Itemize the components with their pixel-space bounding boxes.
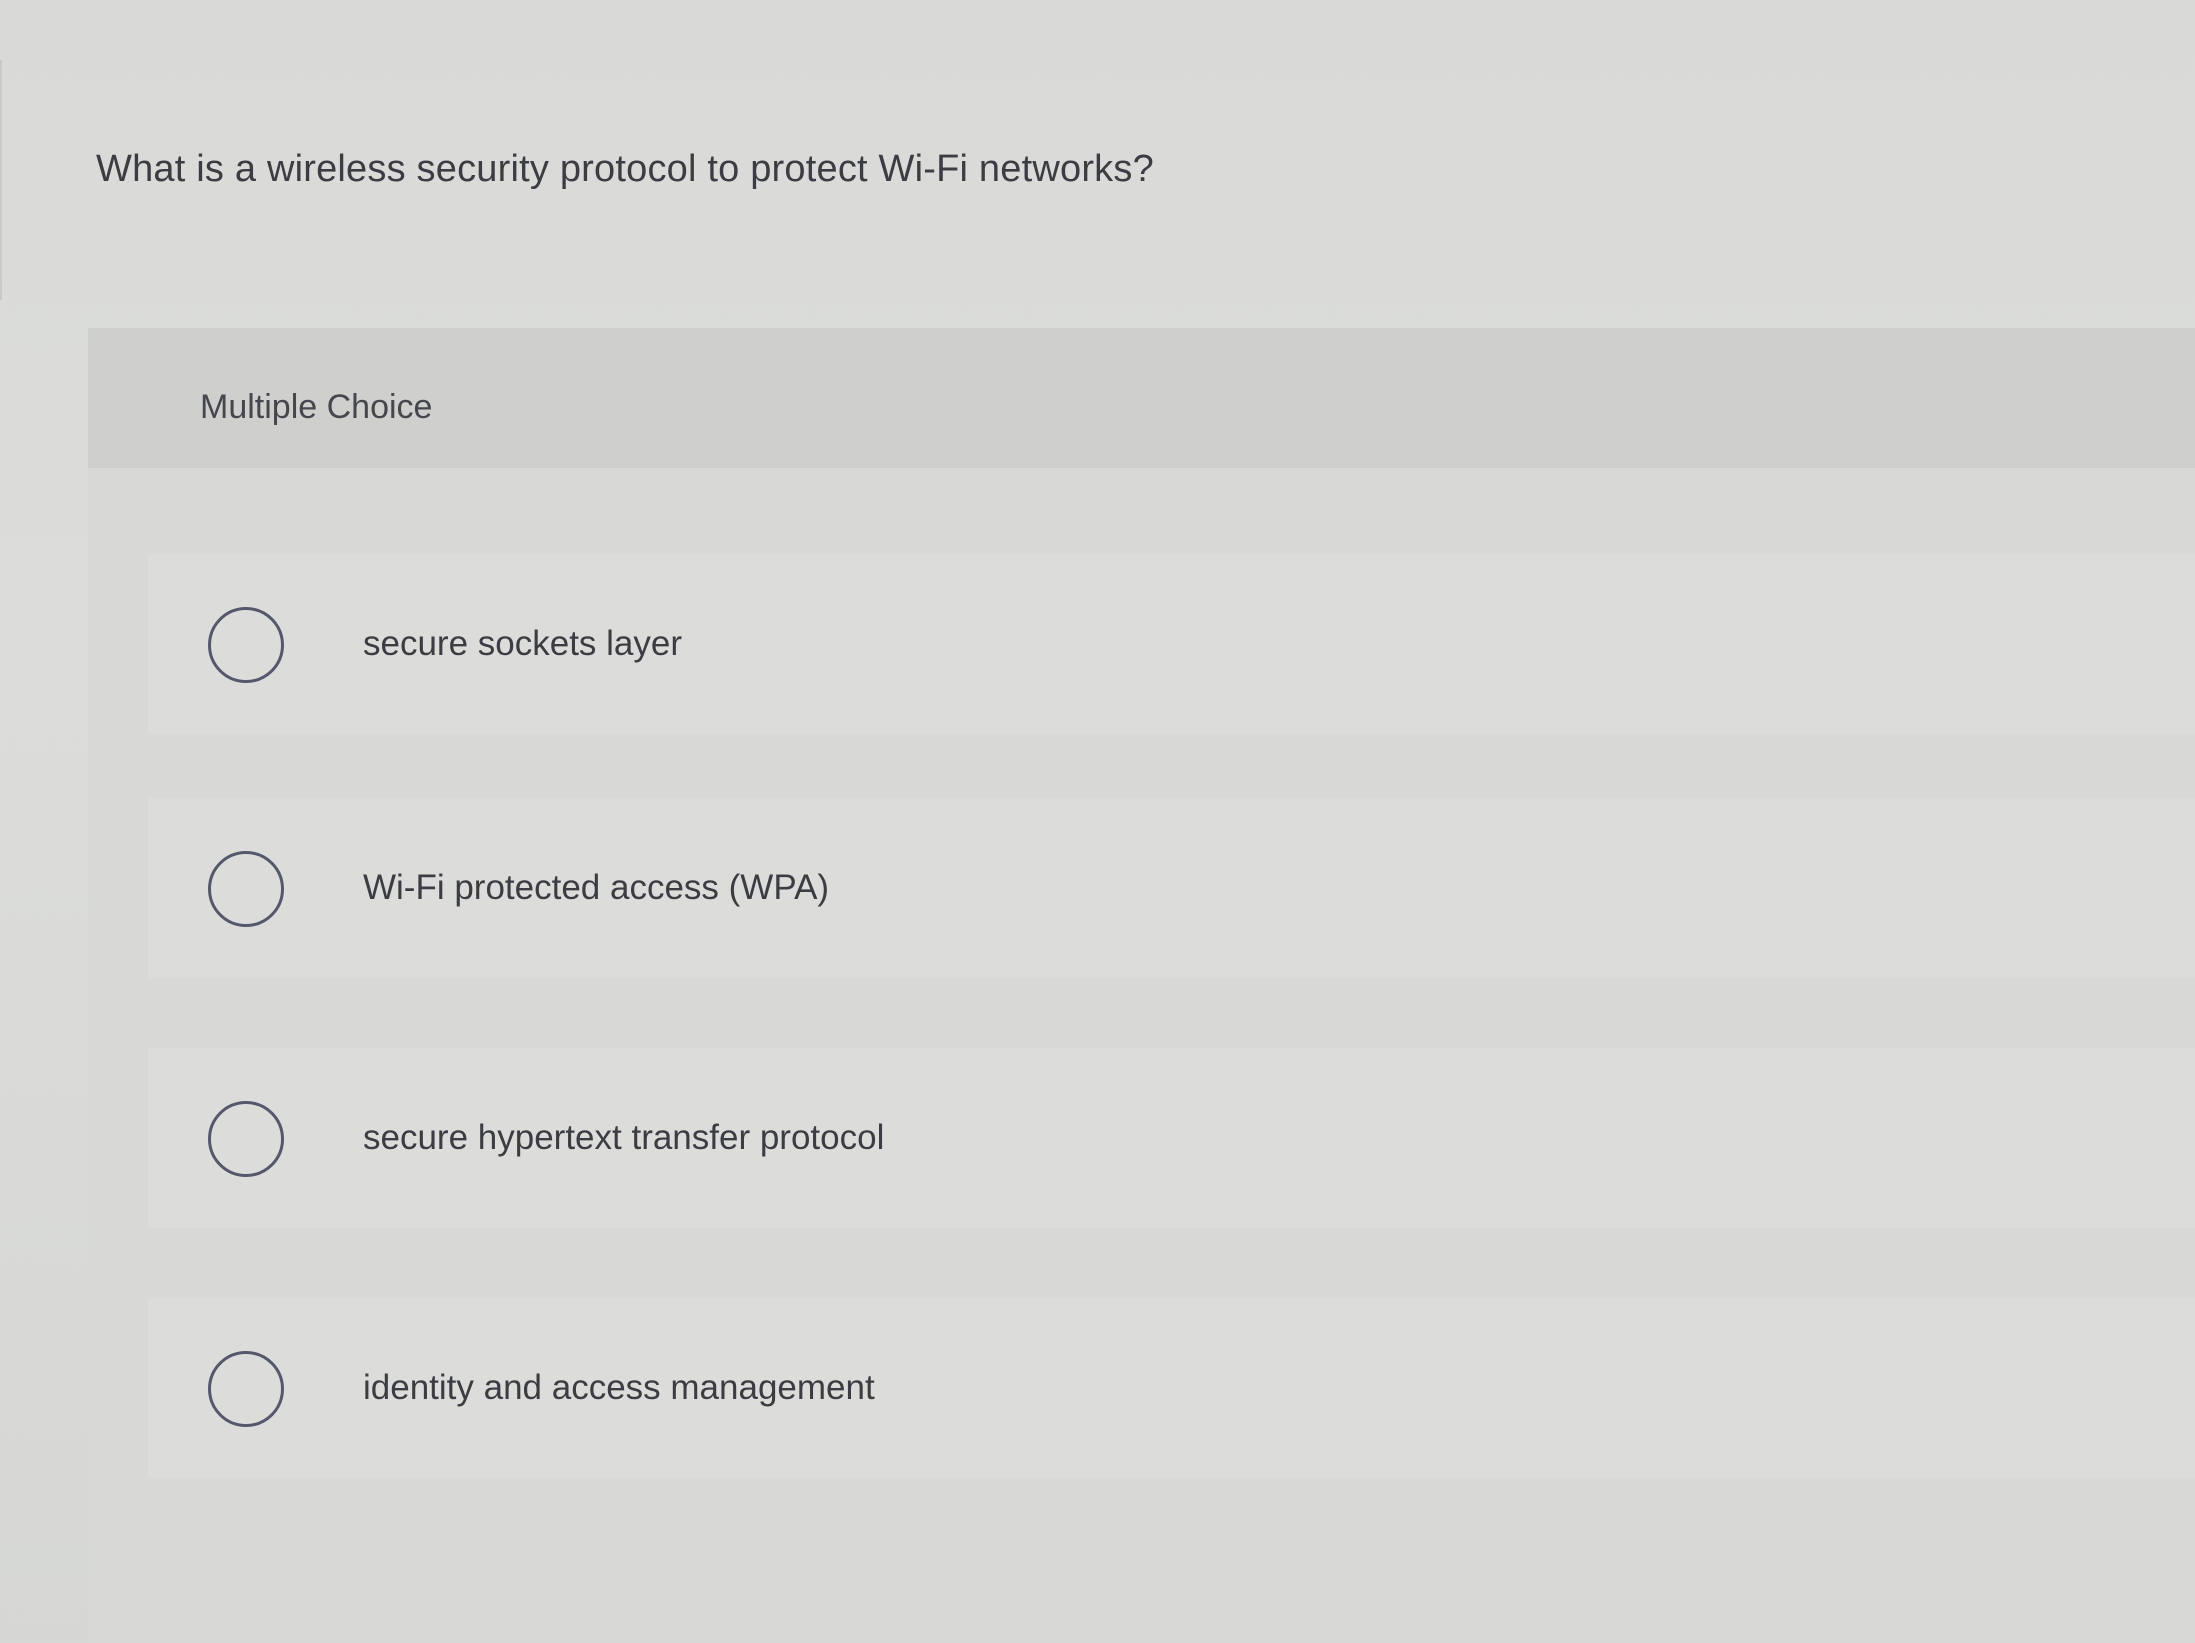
radio-button[interactable] (208, 1101, 284, 1177)
answer-option-label: Wi-Fi protected access (WPA) (363, 868, 830, 907)
question-type-label: Multiple Choice (200, 388, 433, 426)
radio-button[interactable] (208, 1351, 284, 1427)
answer-option-label: secure hypertext transfer protocol (363, 1118, 885, 1157)
radio-button[interactable] (208, 851, 284, 927)
multiple-choice-panel: Multiple Choice secure sockets layer Wi-… (88, 328, 2195, 1643)
answer-option[interactable]: secure sockets layer (148, 554, 2195, 734)
answer-option[interactable]: identity and access management (148, 1298, 2195, 1478)
answer-option-label: secure sockets layer (363, 624, 683, 663)
choice-header: Multiple Choice (88, 328, 2195, 468)
question-text: What is a wireless security protocol to … (96, 148, 1154, 190)
answer-option-label: identity and access management (363, 1368, 875, 1407)
radio-button[interactable] (208, 607, 284, 683)
answer-option[interactable]: secure hypertext transfer protocol (148, 1048, 2195, 1228)
answer-option[interactable]: Wi-Fi protected access (WPA) (148, 798, 2195, 978)
